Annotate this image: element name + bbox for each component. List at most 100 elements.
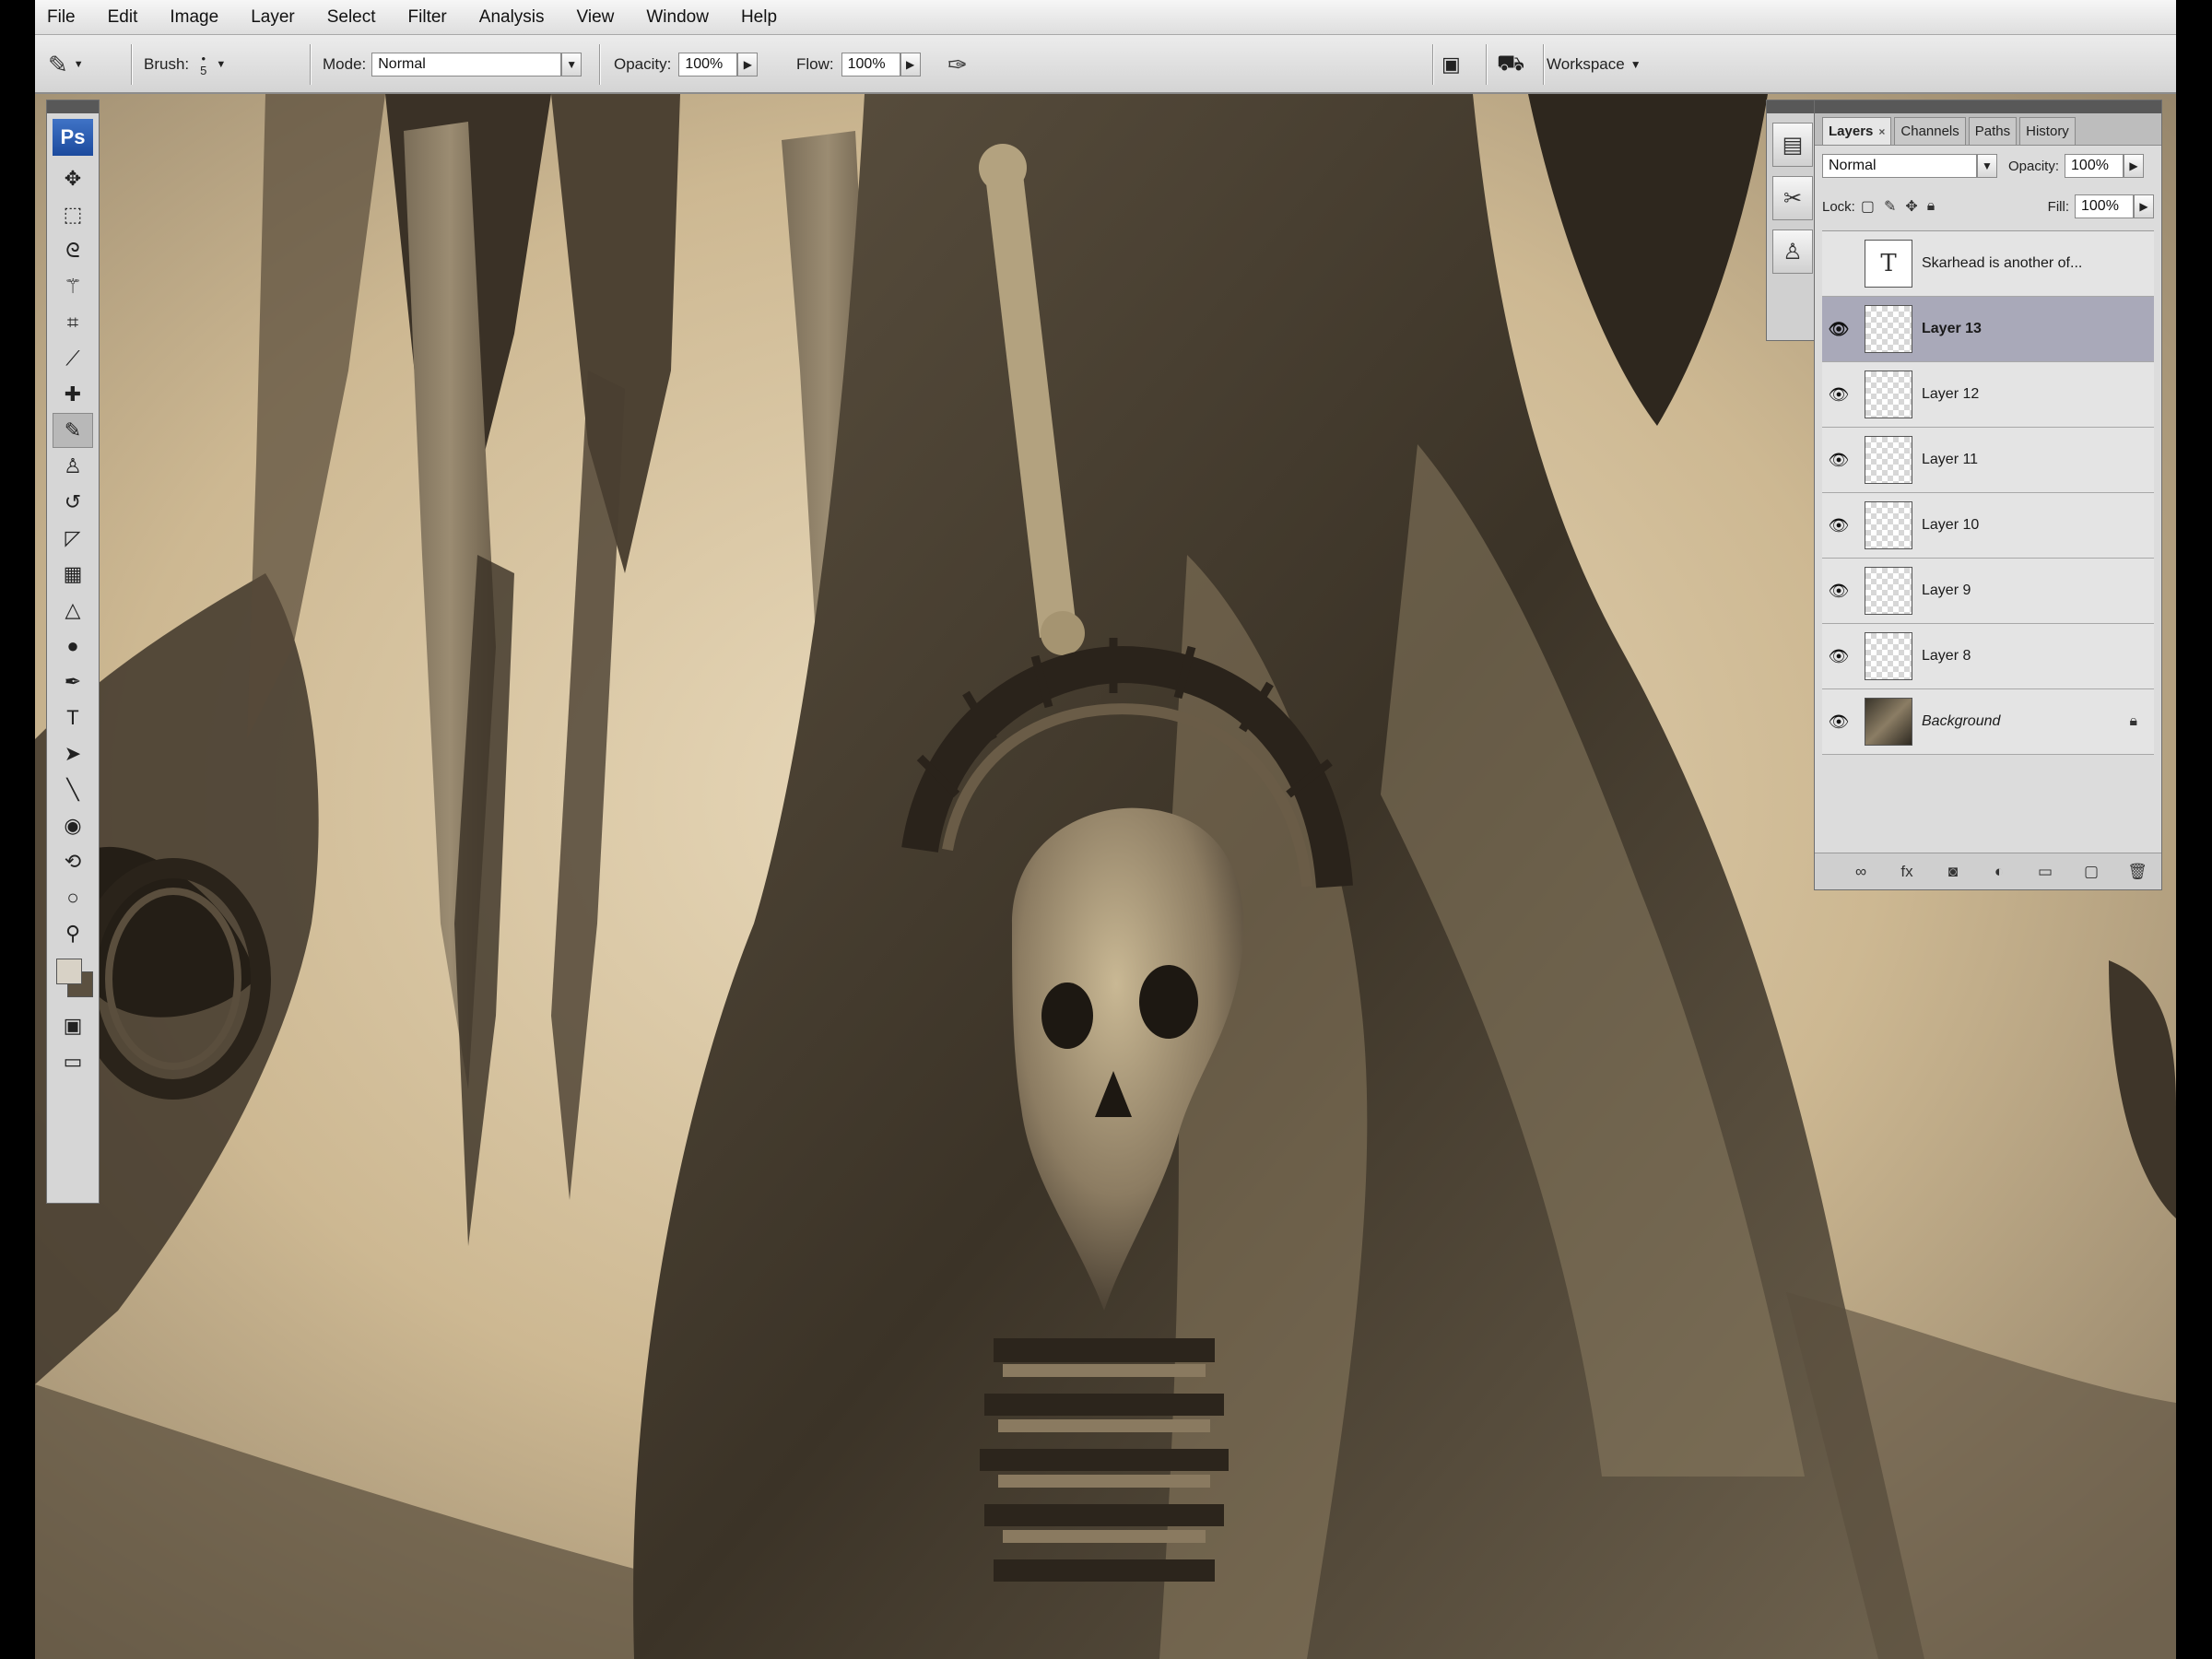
eye-icon[interactable]: 👁︎ — [1822, 582, 1855, 601]
menu-view[interactable]: View — [574, 6, 618, 29]
menu-select[interactable]: Select — [324, 6, 379, 29]
link-icon[interactable]: ∞ — [1846, 863, 1876, 881]
blur-tool[interactable]: △ — [53, 593, 93, 628]
layer-row[interactable]: 👁︎ Layer 11 — [1822, 428, 2154, 493]
dodge-tool[interactable]: ● — [53, 629, 93, 664]
eye-icon[interactable]: 👁︎ — [1822, 516, 1855, 535]
lock-transparent-pixels-icon[interactable]: ▢ — [1861, 197, 1875, 216]
fx-icon[interactable]: fx — [1892, 863, 1922, 881]
eye-icon[interactable]: 👁︎ — [1822, 712, 1855, 732]
chevron-down-icon: ▼ — [1982, 159, 1993, 172]
path-selection-tool[interactable]: ➤ — [53, 736, 93, 771]
layer-row[interactable]: 👁︎ Layer 10 — [1822, 493, 2154, 559]
menu-window[interactable]: Window — [643, 6, 712, 29]
flow-input[interactable]: 100% — [841, 53, 900, 76]
group-icon[interactable]: ▭ — [2030, 863, 2060, 881]
layer-row[interactable]: 👁︎ T Skarhead is another of... — [1822, 231, 2154, 297]
layer-opacity-slider-button[interactable]: ▶ — [2124, 154, 2145, 178]
history-brush-tool[interactable]: ↺ — [53, 485, 93, 520]
fill-slider-button[interactable]: ▶ — [2134, 194, 2154, 218]
crop-icon: ⌗ — [66, 311, 79, 334]
eraser-tool[interactable]: ◸ — [53, 521, 93, 556]
workspace-menu[interactable]: Workspace ▼ — [1547, 35, 1641, 94]
menu-layer[interactable]: Layer — [248, 6, 298, 29]
layer-row[interactable]: 👁︎ Layer 12 — [1822, 362, 2154, 428]
eye-icon[interactable]: 👁︎ — [1822, 451, 1855, 470]
blend-mode-select[interactable]: Normal — [1822, 154, 1977, 178]
eye-icon[interactable]: 👁︎ — [1822, 385, 1855, 405]
panel-dock-handle[interactable] — [1815, 100, 2161, 113]
layer-row[interactable]: 👁︎ Layer 9 — [1822, 559, 2154, 624]
brushes-panel-icon: ▣ — [1441, 53, 1461, 76]
layer-row[interactable]: 👁︎ Background 🔒︎ — [1822, 689, 2154, 755]
hand-tool[interactable]: ○ — [53, 880, 93, 915]
tab-layers[interactable]: Layers × — [1822, 117, 1892, 145]
tab-channels[interactable]: Channels — [1894, 117, 1966, 145]
toggle-brushes-panel-button[interactable]: ▣ — [1441, 35, 1461, 94]
layer-row[interactable]: 👁︎ Layer 13 — [1822, 297, 2154, 362]
color-swatches[interactable] — [53, 955, 93, 1005]
menu-help[interactable]: Help — [738, 6, 780, 29]
type-tool[interactable]: T — [53, 700, 93, 735]
navigator-panel-button[interactable]: ▤ — [1772, 123, 1813, 167]
fill-value: 100% — [2081, 198, 2119, 214]
eye-icon[interactable]: 👁︎ — [1822, 647, 1855, 666]
screen-mode-button[interactable]: ▭ — [53, 1044, 93, 1079]
magic-wand-tool[interactable]: ⚚ — [53, 269, 93, 304]
clone-source-panel-button[interactable]: ♙ — [1772, 229, 1813, 274]
lock-all-icon[interactable]: 🔒︎ — [1927, 198, 1936, 215]
chevron-down-icon[interactable]: ▼ — [216, 59, 226, 70]
fill-input[interactable]: 100% — [2075, 194, 2134, 218]
layer-opacity-input[interactable]: 100% — [2065, 154, 2124, 178]
lasso-tool[interactable]: ᘓ — [53, 233, 93, 268]
adjustment-icon[interactable]: ◐ — [1984, 863, 2014, 881]
flow-slider-button[interactable]: ▶ — [900, 53, 921, 76]
pen-icon: ✒ — [64, 670, 82, 693]
menu-edit[interactable]: Edit — [105, 6, 141, 29]
tab-history[interactable]: History — [2019, 117, 2076, 145]
tool-preset-picker[interactable]: ✎ ▼ — [48, 35, 84, 94]
airbrush-toggle[interactable]: ✑ — [947, 35, 968, 94]
collapsed-panel-dock: ▤ ✂ ♙ — [1766, 100, 1819, 341]
lock-position-icon[interactable]: ✥ — [1905, 197, 1917, 216]
tool-presets-panel-button[interactable]: ✂ — [1772, 176, 1813, 220]
tab-paths[interactable]: Paths — [1968, 117, 2018, 145]
menu-image[interactable]: Image — [167, 6, 221, 29]
foreground-color-swatch[interactable] — [56, 959, 82, 984]
menu-analysis[interactable]: Analysis — [477, 6, 547, 29]
blend-mode-dropdown[interactable]: ▼ — [1977, 154, 1997, 178]
new-layer-icon[interactable]: ▢ — [2077, 863, 2106, 881]
mode-select[interactable]: Normal — [371, 53, 562, 76]
3d-rotate-tool[interactable]: ◉ — [53, 808, 93, 843]
healing-brush-tool[interactable]: ✚ — [53, 377, 93, 412]
brush-tool[interactable]: ✎ — [53, 413, 93, 448]
mask-icon[interactable]: ◙ — [1938, 863, 1968, 881]
opacity-slider-button[interactable]: ▶ — [737, 53, 759, 76]
brush-icon: ✎ — [64, 418, 82, 441]
opacity-input[interactable]: 100% — [678, 53, 738, 76]
panel-dock-handle[interactable] — [1767, 100, 1818, 113]
line-tool[interactable]: ╲ — [53, 772, 93, 807]
clone-stamp-tool[interactable]: ♙ — [53, 449, 93, 484]
layer-row[interactable]: 👁︎ Layer 8 — [1822, 624, 2154, 689]
mode-dropdown-button[interactable]: ▼ — [561, 53, 582, 76]
menu-file[interactable]: File — [44, 6, 78, 29]
eye-icon[interactable]: 👁︎ — [1822, 320, 1855, 339]
zoom-tool[interactable]: ⚲ — [53, 916, 93, 951]
go-to-bridge-button[interactable]: ⛟ — [1497, 35, 1524, 94]
menu-filter[interactable]: Filter — [406, 6, 450, 29]
3d-camera-tool[interactable]: ⟲ — [53, 844, 93, 879]
lock-image-pixels-icon[interactable]: ✎ — [1884, 197, 1896, 216]
marquee-tool[interactable]: ⬚ — [53, 197, 93, 232]
close-icon[interactable]: × — [1878, 125, 1885, 138]
gradient-tool[interactable]: ▦ — [53, 557, 93, 592]
trash-icon[interactable]: 🗑︎ — [2123, 863, 2152, 881]
brush-size-picker[interactable]: • 5 — [200, 53, 206, 76]
panel-dock-handle[interactable] — [47, 100, 99, 113]
pen-tool[interactable]: ✒ — [53, 665, 93, 700]
crop-tool[interactable]: ⌗ — [53, 305, 93, 340]
eye-icon[interactable]: 👁︎ — [1822, 254, 1855, 274]
quick-mask-button[interactable]: ▣ — [53, 1008, 93, 1043]
move-tool[interactable]: ✥ — [53, 161, 93, 196]
eyedropper-tool[interactable]: ⟋ — [53, 341, 93, 376]
